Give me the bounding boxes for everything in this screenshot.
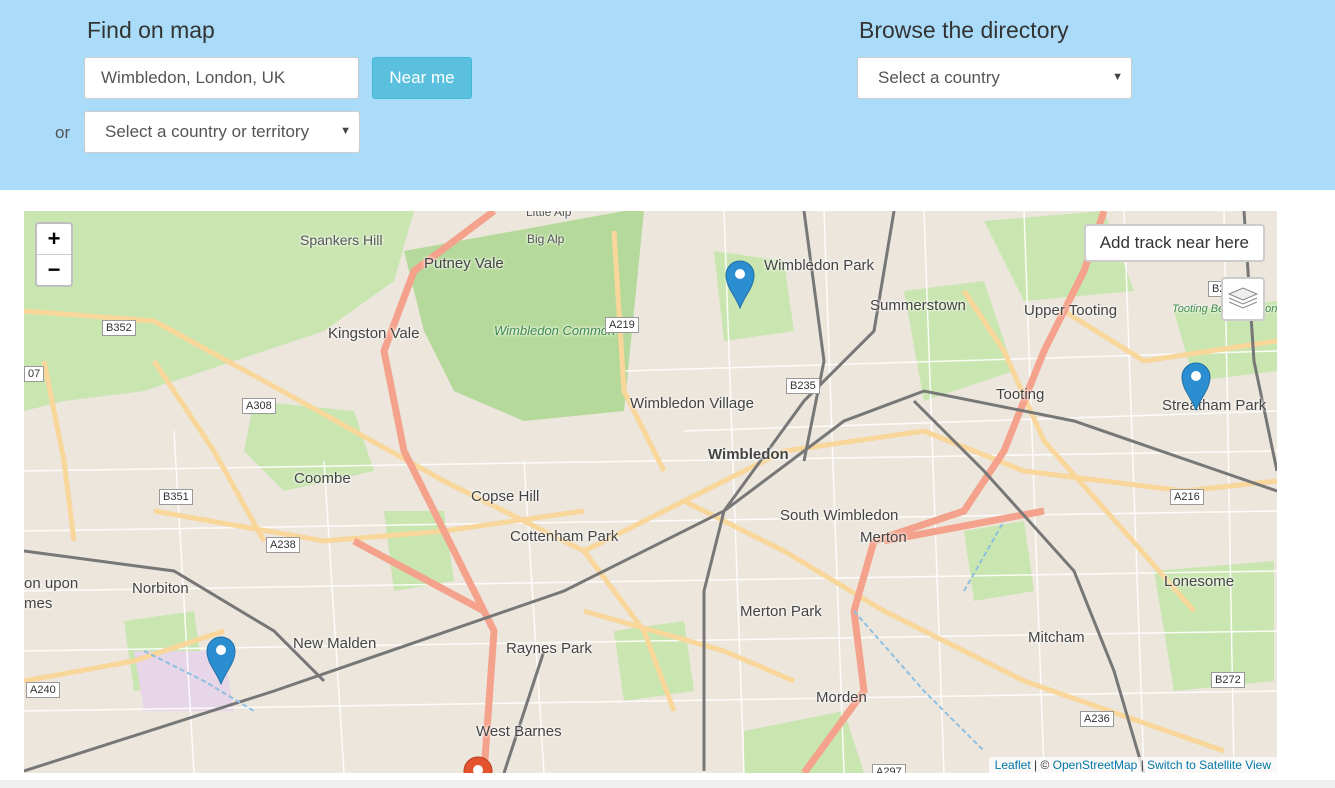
country-territory-select[interactable]: Select a country or territory ▼ bbox=[84, 111, 360, 153]
place-label: New Malden bbox=[293, 635, 377, 652]
road-label: B235 bbox=[786, 378, 820, 394]
near-me-button[interactable]: Near me bbox=[372, 57, 472, 99]
road-label: A238 bbox=[266, 537, 300, 553]
browse-country-select[interactable]: Select a country ▼ bbox=[857, 57, 1132, 99]
place-label: on upon bbox=[24, 575, 79, 592]
place-label: Cottenham Park bbox=[510, 528, 619, 545]
place-label: Spankers Hill bbox=[300, 232, 383, 248]
road-label: A219 bbox=[605, 317, 639, 333]
place-label: Mitcham bbox=[1028, 629, 1085, 646]
place-label: Merton Park bbox=[740, 603, 822, 620]
find-on-map-title: Find on map bbox=[87, 17, 215, 43]
place-label: Coombe bbox=[294, 470, 351, 487]
zoom-control: + − bbox=[35, 222, 73, 287]
place-label: Lonesome bbox=[1164, 573, 1235, 590]
openstreetmap-link[interactable]: OpenStreetMap bbox=[1053, 758, 1138, 772]
marker-pin-icon[interactable] bbox=[206, 635, 236, 685]
marker-pin-icon[interactable] bbox=[463, 755, 493, 773]
marker-pin-icon[interactable] bbox=[725, 259, 755, 309]
place-label: South Wimbledon bbox=[780, 507, 899, 524]
layers-button[interactable] bbox=[1221, 277, 1265, 321]
map-tiles bbox=[24, 211, 1277, 773]
place-label: Wimbledon bbox=[708, 446, 789, 463]
place-label: Morden bbox=[816, 689, 867, 706]
layers-icon bbox=[1228, 287, 1258, 309]
road-label: A240 bbox=[26, 682, 60, 698]
road-label: B351 bbox=[159, 489, 193, 505]
place-label: Little Alp bbox=[526, 211, 572, 219]
place-label: Merton bbox=[860, 529, 907, 546]
road-label: A308 bbox=[242, 398, 276, 414]
map-view[interactable]: Spankers Hill Big Alp Little Alp Putney … bbox=[24, 211, 1277, 773]
browse-country-select-value: Select a country bbox=[878, 68, 1000, 87]
leaflet-link[interactable]: Leaflet bbox=[995, 758, 1031, 772]
place-label: Kingston Vale bbox=[328, 325, 420, 342]
road-label: B352 bbox=[102, 320, 136, 336]
marker-pin-icon[interactable] bbox=[1181, 361, 1211, 411]
place-label: Wimbledon Park bbox=[764, 257, 875, 274]
place-label: Big Alp bbox=[527, 232, 565, 246]
country-territory-select-value: Select a country or territory bbox=[105, 122, 310, 141]
place-label: Raynes Park bbox=[506, 640, 592, 657]
place-label: Wimbledon Village bbox=[630, 395, 754, 412]
place-label: Summerstown bbox=[870, 297, 966, 314]
place-label: Upper Tooting bbox=[1024, 302, 1118, 319]
road-label: A297 bbox=[872, 764, 906, 773]
search-header: Find on map Near me or Select a country … bbox=[0, 0, 1335, 190]
place-label: Tooting bbox=[996, 386, 1045, 403]
zoom-out-button[interactable]: − bbox=[37, 254, 71, 285]
or-label: or bbox=[55, 123, 71, 142]
chevron-down-icon: ▼ bbox=[1112, 71, 1123, 83]
road-label: 07 bbox=[24, 366, 45, 382]
place-label: Norbiton bbox=[132, 580, 189, 597]
place-label: mes bbox=[24, 595, 53, 612]
add-track-button[interactable]: Add track near here bbox=[1083, 224, 1265, 262]
road-label: A236 bbox=[1080, 711, 1114, 727]
road-label: B272 bbox=[1211, 672, 1245, 688]
road-label: A216 bbox=[1170, 489, 1204, 505]
chevron-down-icon: ▼ bbox=[340, 125, 351, 137]
browse-directory-title: Browse the directory bbox=[859, 17, 1069, 43]
place-label: Wimbledon Common bbox=[494, 323, 616, 338]
map-attribution: Leaflet | © OpenStreetMap | Switch to Sa… bbox=[988, 757, 1277, 773]
place-label: Putney Vale bbox=[424, 255, 504, 272]
attribution-separator: | © bbox=[1030, 758, 1053, 772]
place-label: Copse Hill bbox=[471, 488, 540, 505]
footer-strip bbox=[0, 780, 1335, 788]
place-label: Streatham Park bbox=[1162, 397, 1267, 414]
satellite-view-link[interactable]: Switch to Satellite View bbox=[1147, 758, 1271, 772]
zoom-in-button[interactable]: + bbox=[37, 224, 71, 254]
location-search-input[interactable] bbox=[84, 57, 359, 99]
attribution-separator: | bbox=[1137, 758, 1148, 772]
place-label: West Barnes bbox=[476, 723, 562, 740]
